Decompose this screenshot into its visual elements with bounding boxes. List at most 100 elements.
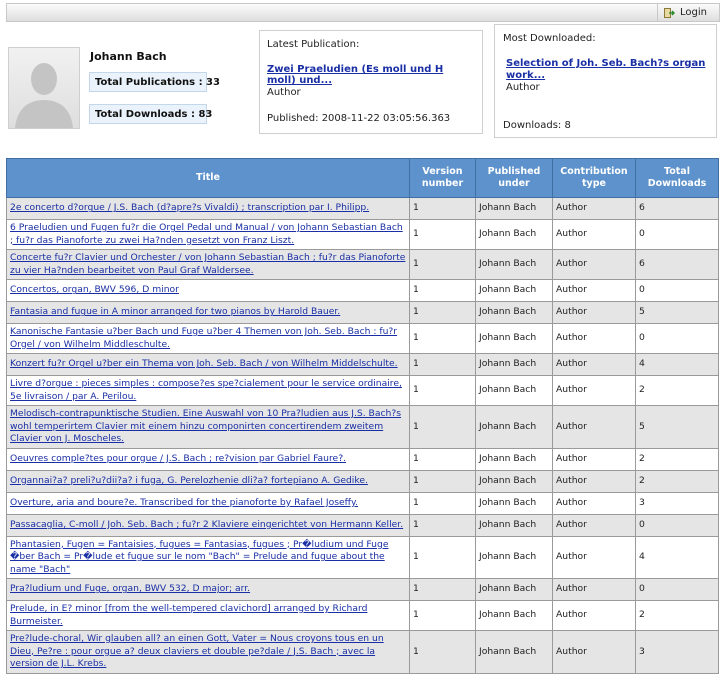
author-name: Johann Bach (90, 50, 167, 63)
cell-title: Melodisch-contrapunktische Studien. Eine… (6, 405, 410, 449)
column-header-version[interactable]: Version number (409, 158, 476, 198)
cell-version: 1 (409, 249, 476, 280)
cell-version: 1 (409, 600, 476, 631)
cell-contribution-type: Author (552, 535, 636, 579)
cell-title: Concertos, organ, BWV 596, D minor (6, 279, 410, 302)
cell-published-under: Johann Bach (475, 535, 553, 579)
cell-total-downloads: 0 (635, 323, 719, 354)
cell-total-downloads: 0 (635, 219, 719, 250)
publication-link[interactable]: 2e concerto d?orgue / J.S. Bach (d?apre?… (10, 202, 369, 213)
cell-total-downloads: 5 (635, 301, 719, 324)
cell-title: Phantasien, Fugen = Fantaisies, fugues =… (6, 535, 410, 579)
column-header-contribution-type[interactable]: Contribution type (552, 158, 636, 198)
column-header-total-downloads[interactable]: Total Downloads (635, 158, 719, 198)
cell-contribution-type: Author (552, 301, 636, 324)
cell-version: 1 (409, 353, 476, 376)
cell-contribution-type: Author (552, 197, 636, 220)
publication-link[interactable]: Pra?ludium und Fuge, organ, BWV 532, D m… (10, 583, 250, 594)
login-button[interactable]: Login (657, 4, 719, 21)
cell-version: 1 (409, 323, 476, 354)
cell-published-under: Johann Bach (475, 323, 553, 354)
column-header-published-under[interactable]: Published under (475, 158, 553, 198)
cell-contribution-type: Author (552, 219, 636, 250)
table-row: Pre?lude-choral, Wir glauben all? an ein… (6, 630, 719, 674)
cell-contribution-type: Author (552, 513, 636, 537)
cell-published-under: Johann Bach (475, 513, 553, 537)
publication-link[interactable]: Phantasien, Fugen = Fantaisies, fugues =… (10, 539, 388, 575)
table-row: Phantasien, Fugen = Fantaisies, fugues =… (6, 535, 719, 579)
publication-link[interactable]: Concerte fu?r Clavier und Orchester / vo… (10, 252, 405, 276)
publication-link[interactable]: Oeuvres comple?tes pour orgue / J.S. Bac… (10, 453, 346, 464)
table-row: Concertos, organ, BWV 596, D minor 1 Johan… (6, 279, 719, 302)
latest-publication-panel: Latest Publication: Zwei Praeludien (Es … (259, 30, 483, 134)
table-row: Livre d?orgue : pieces simples : compose… (6, 375, 719, 406)
cell-total-downloads: 3 (635, 491, 719, 515)
cell-version: 1 (409, 578, 476, 601)
cell-title: Pra?ludium und Fuge, organ, BWV 532, D m… (6, 578, 410, 601)
most-downloaded-link[interactable]: Selection of Joh. Seb. Bach?s organ work… (503, 58, 708, 82)
cell-contribution-type: Author (552, 630, 636, 674)
login-label: Login (680, 7, 707, 18)
cell-published-under: Johann Bach (475, 469, 553, 493)
cell-contribution-type: Author (552, 447, 636, 471)
cell-total-downloads: 2 (635, 600, 719, 631)
publication-link[interactable]: Konzert fu?r Orgel u?ber ein Thema von J… (10, 358, 398, 369)
cell-contribution-type: Author (552, 375, 636, 406)
table-row: Concerte fu?r Clavier und Orchester / vo… (6, 249, 719, 280)
cell-published-under: Johann Bach (475, 600, 553, 631)
cell-published-under: Johann Bach (475, 405, 553, 449)
cell-total-downloads: 0 (635, 513, 719, 537)
publication-link[interactable]: Overture, aria and boure?e. Transcribed … (10, 497, 358, 508)
cell-total-downloads: 6 (635, 249, 719, 280)
table-row: Organnai?a? preli?u?dii?a? i fuga, G. Pe… (6, 469, 719, 493)
cell-version: 1 (409, 469, 476, 493)
most-downloaded-role: Author (506, 82, 540, 93)
publication-link[interactable]: Livre d?orgue : pieces simples : compose… (10, 378, 402, 402)
user-silhouette-icon (9, 48, 79, 128)
cell-contribution-type: Author (552, 405, 636, 449)
latest-publication-role: Author (267, 87, 301, 98)
publication-link[interactable]: Fantasia and fugue in A minor arranged f… (10, 306, 340, 317)
cell-version: 1 (409, 219, 476, 250)
table-row: Passacaglia, C-moll / Joh. Seb. Bach ; f… (6, 513, 719, 537)
cell-total-downloads: 6 (635, 197, 719, 220)
cell-version: 1 (409, 630, 476, 674)
cell-version: 1 (409, 301, 476, 324)
cell-published-under: Johann Bach (475, 301, 553, 324)
publication-link[interactable]: Passacaglia, C-moll / Joh. Seb. Bach ; f… (10, 519, 403, 530)
cell-title: Organnai?a? preli?u?dii?a? i fuga, G. Pe… (6, 469, 410, 493)
latest-publication-link[interactable]: Zwei Praeludien (Es moll und H moll) und… (267, 64, 475, 86)
cell-total-downloads: 2 (635, 447, 719, 471)
cell-total-downloads: 2 (635, 469, 719, 493)
table-row: Prelude, in E? minor [from the well-temp… (6, 600, 719, 631)
publication-link[interactable]: Concertos, organ, BWV 596, D minor (10, 284, 179, 295)
table-header-row: Title Version number Published under Con… (6, 158, 719, 198)
latest-publication-date: Published: 2008-11-22 03:05:56.363 (267, 113, 451, 124)
cell-published-under: Johann Bach (475, 279, 553, 302)
cell-published-under: Johann Bach (475, 447, 553, 471)
cell-version: 1 (409, 513, 476, 537)
table-row: 2e concerto d?orgue / J.S. Bach (d?apre?… (6, 197, 719, 220)
cell-version: 1 (409, 447, 476, 471)
most-downloaded-heading: Most Downloaded: (503, 33, 596, 44)
cell-contribution-type: Author (552, 469, 636, 493)
cell-contribution-type: Author (552, 323, 636, 354)
publication-link[interactable]: Melodisch-contrapunktische Studien. Eine… (10, 408, 401, 444)
most-downloaded-panel: Most Downloaded: Selection of Joh. Seb. … (494, 24, 717, 138)
table-row: Konzert fu?r Orgel u?ber ein Thema von J… (6, 353, 719, 376)
publication-link[interactable]: Organnai?a? preli?u?dii?a? i fuga, G. Pe… (10, 475, 368, 486)
publication-link[interactable]: 6 Praeludien und Fugen fu?r die Orgel Pe… (10, 222, 403, 246)
table-row: Fantasia and fugue in A minor arranged f… (6, 301, 719, 324)
cell-version: 1 (409, 279, 476, 302)
cell-published-under: Johann Bach (475, 578, 553, 601)
table-row: 6 Praeludien und Fugen fu?r die Orgel Pe… (6, 219, 719, 250)
cell-version: 1 (409, 405, 476, 449)
publication-link[interactable]: Prelude, in E? minor [from the well-temp… (10, 603, 367, 627)
cell-contribution-type: Author (552, 600, 636, 631)
cell-contribution-type: Author (552, 279, 636, 302)
publication-link[interactable]: Kanonische Fantasie u?ber Bach und Fuge … (10, 326, 397, 350)
avatar (8, 47, 80, 129)
publication-link[interactable]: Pre?lude-choral, Wir glauben all? an ein… (10, 633, 384, 669)
table-row: Overture, aria and boure?e. Transcribed … (6, 491, 719, 515)
column-header-title[interactable]: Title (6, 158, 410, 198)
